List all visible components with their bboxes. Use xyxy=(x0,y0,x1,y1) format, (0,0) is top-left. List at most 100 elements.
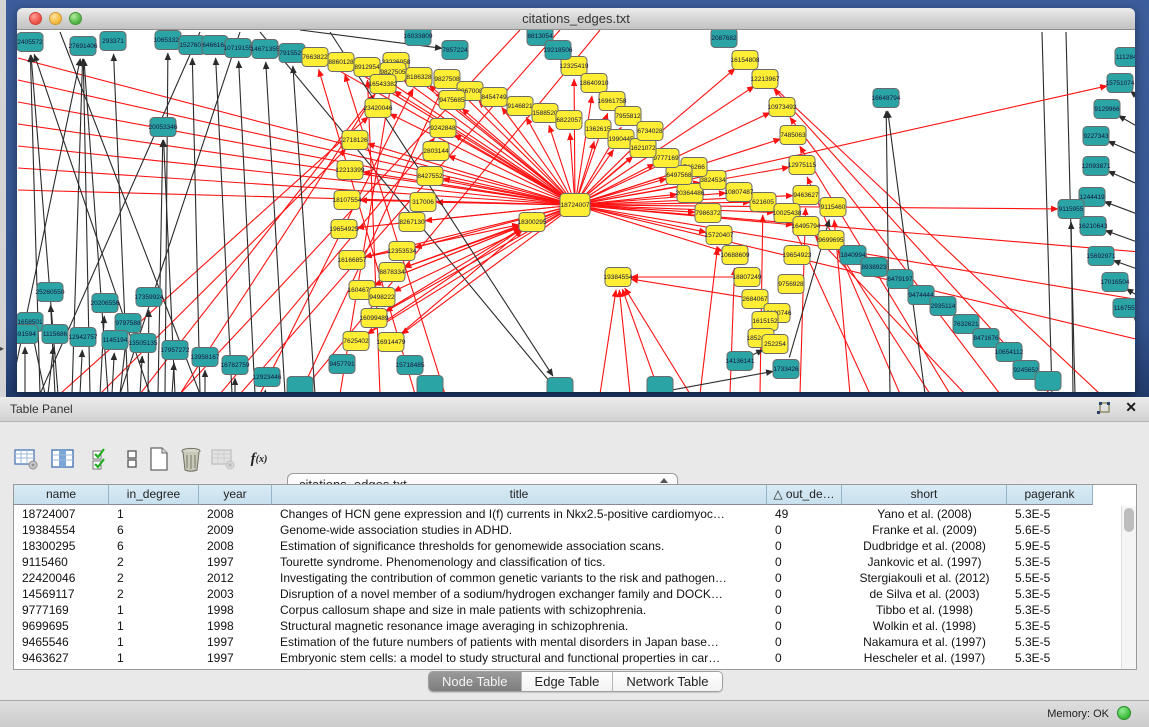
graph-node[interactable]: 9463627 xyxy=(793,186,819,205)
table-row[interactable]: 1830029562008Estimation of significance … xyxy=(14,538,1120,554)
graph-node[interactable]: 18107554 xyxy=(333,191,362,210)
graph-node[interactable]: 15718485 xyxy=(396,356,425,375)
graph-node[interactable]: 14136141 xyxy=(726,352,755,371)
graph-node[interactable]: 9756928 xyxy=(778,275,804,294)
table-row[interactable]: 1456911722003Disruption of a novel membe… xyxy=(14,586,1120,602)
panel-collapse-arrow[interactable]: ▸ xyxy=(0,344,4,353)
graph-node[interactable]: 8860128 xyxy=(328,53,354,72)
graph-node[interactable]: 17016504 xyxy=(1101,273,1130,292)
graph-node[interactable]: 1115686 xyxy=(42,325,68,344)
graph-node[interactable]: 25260550 xyxy=(36,283,65,302)
graph-node[interactable]: 1615152 xyxy=(752,312,778,331)
graph-node[interactable]: 1362615 xyxy=(585,120,611,139)
graph-node[interactable] xyxy=(547,378,573,393)
graph-node[interactable]: 16648794 xyxy=(872,89,901,108)
table-row[interactable]: 1938455462009Genome-wide association stu… xyxy=(14,522,1120,538)
graph-node[interactable]: 16099489 xyxy=(360,309,389,328)
graph-node[interactable]: 16495794 xyxy=(792,217,821,236)
graph-node[interactable]: 18724007 xyxy=(560,194,590,217)
graph-node[interactable]: 19654925 xyxy=(330,220,359,239)
table-scrollbar[interactable] xyxy=(1121,506,1136,669)
graph-node[interactable]: 2087682 xyxy=(711,30,737,48)
graph-node[interactable]: 7986372 xyxy=(695,204,721,223)
column-header-out_de[interactable]: △ out_de… xyxy=(767,485,842,505)
graph-node[interactable]: 7663822 xyxy=(302,48,328,67)
graph-node[interactable]: 8454749 xyxy=(481,88,507,107)
graph-node[interactable]: 9242848 xyxy=(430,119,456,138)
graph-node[interactable]: 8471676 xyxy=(973,329,999,348)
graph-node[interactable]: 2718126 xyxy=(342,131,368,150)
graph-node[interactable]: 9827508 xyxy=(434,70,460,89)
graph-node[interactable]: 20206556 xyxy=(91,294,120,313)
graph-node[interactable]: 2803144 xyxy=(423,142,449,161)
graph-node[interactable]: 10719155 xyxy=(224,39,253,58)
graph-node[interactable]: 12923446 xyxy=(253,368,282,387)
graph-node[interactable]: 10973493 xyxy=(768,98,797,117)
graph-node[interactable]: 10688609 xyxy=(721,246,750,265)
graph-node[interactable]: 9115955 xyxy=(1058,200,1084,219)
graph-node[interactable]: 9475685 xyxy=(439,91,465,110)
graph-node[interactable]: 6822057 xyxy=(556,111,582,130)
graph-node[interactable] xyxy=(647,377,673,393)
graph-node[interactable]: 391594 xyxy=(17,325,38,344)
graph-node[interactable]: 17359924 xyxy=(135,288,164,307)
graph-node[interactable]: 8427552 xyxy=(417,167,443,186)
column-header-name[interactable]: name xyxy=(14,485,109,505)
column-header-year[interactable]: year xyxy=(199,485,272,505)
tab-edge-table[interactable]: Edge Table xyxy=(522,672,614,691)
graph-node[interactable]: 15692971 xyxy=(1087,247,1116,266)
graph-node[interactable]: 16782759 xyxy=(221,356,250,375)
graph-node[interactable] xyxy=(1035,372,1061,391)
graph-node[interactable]: 7857224 xyxy=(442,41,468,60)
graph-node[interactable]: 16033809 xyxy=(404,30,433,46)
graph-node[interactable]: 12093871 xyxy=(1082,157,1111,176)
graph-node[interactable]: 18640910 xyxy=(580,74,609,93)
table-row[interactable]: 946362711997Embryonic stem cells: a mode… xyxy=(14,650,1120,666)
graph-node[interactable]: 6734028 xyxy=(637,122,663,141)
graph-node[interactable]: 2935114 xyxy=(930,297,956,316)
network-window-titlebar[interactable]: citations_edges.txt xyxy=(17,8,1135,30)
graph-node[interactable]: 13958167 xyxy=(191,348,220,367)
graph-node[interactable]: 9457791 xyxy=(329,355,355,374)
select-columns-button[interactable] xyxy=(88,446,114,472)
graph-node[interactable]: 18300295 xyxy=(518,213,547,232)
graph-node[interactable]: 252254 xyxy=(762,335,788,354)
close-panel-icon[interactable]: ✕ xyxy=(1125,399,1137,416)
graph-node[interactable]: 20053346 xyxy=(149,118,178,137)
graph-node[interactable]: 19218506 xyxy=(544,41,573,60)
table-row[interactable]: 2242004622012Investigating the contribut… xyxy=(14,570,1120,586)
table-row[interactable]: 969969511998Structural magnetic resonanc… xyxy=(14,618,1120,634)
graph-node[interactable]: 7955812 xyxy=(615,107,641,126)
table-row[interactable]: 946554611997Estimation of the future num… xyxy=(14,634,1120,650)
graph-node[interactable] xyxy=(287,377,313,393)
graph-node[interactable]: 27691406 xyxy=(69,37,98,56)
tab-network-table[interactable]: Network Table xyxy=(613,672,721,691)
graph-node[interactable]: 12353534 xyxy=(388,242,417,261)
graph-node[interactable]: 1112842 xyxy=(1115,48,1135,67)
graph-node[interactable]: 23420046 xyxy=(364,99,393,118)
graph-node[interactable]: 12213399 xyxy=(336,161,365,180)
new-column-button[interactable] xyxy=(146,446,172,472)
graph-node[interactable]: 12975115 xyxy=(788,156,817,175)
graph-node[interactable]: 19384554 xyxy=(604,268,633,287)
graph-node[interactable]: 9227343 xyxy=(1083,127,1109,146)
graph-node[interactable]: 12942757 xyxy=(69,328,98,347)
graph-node[interactable]: 13505135 xyxy=(129,334,158,353)
graph-node[interactable]: 317006 xyxy=(410,193,436,212)
table-row[interactable]: 911546021997Tourette syndrome. Phenomeno… xyxy=(14,554,1120,570)
graph-node[interactable]: 14671355 xyxy=(251,40,280,59)
graph-node[interactable]: 7625402 xyxy=(343,332,369,351)
graph-node[interactable]: 6497568 xyxy=(666,166,692,185)
graph-node[interactable]: 16154808 xyxy=(731,51,760,70)
graph-node[interactable]: 9699695 xyxy=(818,231,844,250)
graph-node[interactable]: 9146821 xyxy=(507,97,533,116)
graph-node[interactable]: 7915526 xyxy=(279,44,305,63)
column-header-in_degree[interactable]: in_degree xyxy=(109,485,199,505)
graph-node[interactable]: 16166857 xyxy=(338,251,367,270)
graph-node[interactable]: 12213967 xyxy=(751,70,780,89)
tab-node-table[interactable]: Node Table xyxy=(429,672,522,691)
graph-node[interactable]: 9777169 xyxy=(653,149,679,168)
graph-node[interactable]: 16210643 xyxy=(1079,217,1108,236)
graph-node[interactable]: 19654923 xyxy=(783,246,812,265)
table-row[interactable]: 1872400712008Changes of HCN gene express… xyxy=(14,506,1120,522)
